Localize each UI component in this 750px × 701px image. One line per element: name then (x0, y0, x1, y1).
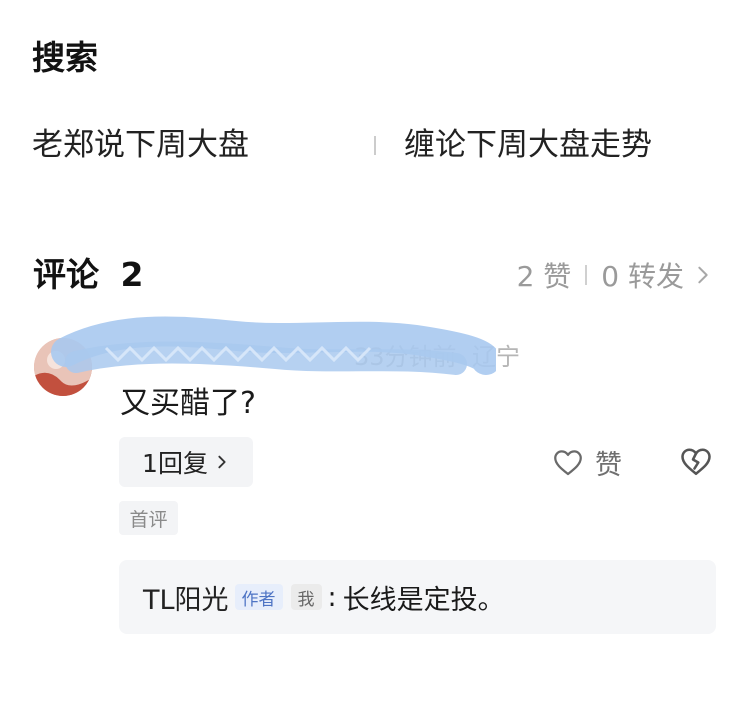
search-suggestion-2[interactable]: 缠论下周大盘走势 (404, 120, 652, 170)
reposts-count: 0 转发 (601, 260, 684, 293)
comment-author-meta: 33分钟前 辽宁 (120, 340, 540, 374)
reply-separator: : (327, 581, 337, 613)
likes-count: 2 赞 (516, 260, 572, 293)
chevron-right-icon (218, 455, 226, 469)
reply-line: TL阳光 作者 我 : 长线是定投。 (143, 560, 505, 634)
post-stats[interactable]: 2 赞 0 转发 (517, 254, 714, 296)
me-badge: 我 (290, 584, 322, 610)
like-label: 赞 (595, 449, 622, 481)
stats-divider (585, 265, 588, 285)
author-badge: 作者 (234, 584, 283, 610)
search-suggestion-1[interactable]: 老郑说下周大盘 (32, 120, 249, 170)
comment-location: 辽宁 (472, 343, 520, 371)
chevron-right-icon (698, 266, 708, 284)
reply-preview[interactable]: TL阳光 作者 我 : 长线是定投。 (119, 560, 716, 634)
heart-icon (554, 450, 582, 476)
reply-text: 长线是定投。 (342, 584, 505, 616)
comments-header-title: 评论 2 (33, 252, 143, 298)
comment-time: 33分钟前 (354, 343, 457, 371)
search-suggestions: 老郑说下周大盘 缠论下周大盘走势 (32, 120, 732, 172)
avatar-image (34, 338, 92, 396)
avatar[interactable] (34, 338, 92, 396)
reply-author-name[interactable]: TL阳光 (143, 578, 229, 617)
comments-title-label: 评论 (33, 255, 99, 294)
like-button[interactable]: 赞 (551, 442, 622, 482)
view-replies-button[interactable]: 1回复 (119, 437, 253, 487)
view-replies-label: 1回复 (142, 449, 208, 478)
comments-count: 2 (120, 255, 144, 294)
suggestion-divider (374, 136, 376, 155)
first-comment-badge: 首评 (119, 501, 178, 535)
search-section-title: 搜索 (32, 38, 98, 77)
broken-heart-icon[interactable] (678, 443, 714, 479)
comment-text: 又买醋了? (120, 386, 256, 421)
